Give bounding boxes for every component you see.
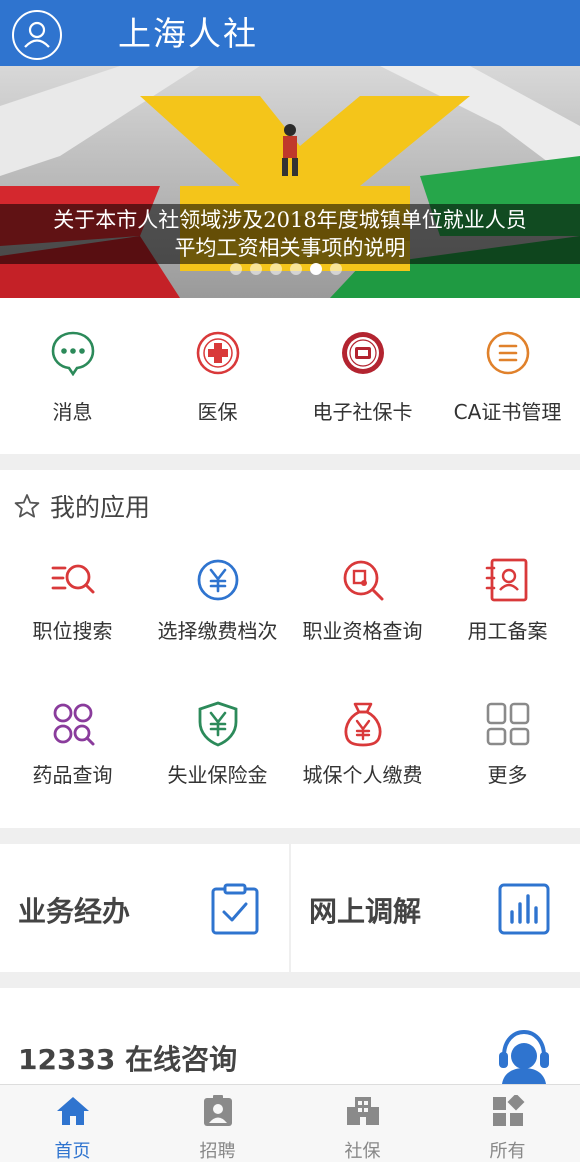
carousel-dot[interactable] xyxy=(290,263,302,275)
consult-label: 12333 在线咨询 xyxy=(18,1043,238,1076)
carousel-dot[interactable] xyxy=(310,263,322,275)
carousel-dot[interactable] xyxy=(230,263,242,275)
tab-all[interactable]: 所有 xyxy=(435,1085,580,1162)
quick-item-medical[interactable]: 医保 xyxy=(145,298,290,454)
building-icon xyxy=(346,1097,379,1125)
carousel-dot[interactable] xyxy=(270,263,282,275)
service-business-handling[interactable]: 业务经办 xyxy=(0,844,289,972)
medical-cross-icon xyxy=(196,331,239,375)
list-search-icon xyxy=(51,564,94,594)
quick-item-messages[interactable]: 消息 xyxy=(0,298,145,454)
banner-caption-line1: 关于本市人社领域涉及2018年度城镇单位就业人员 xyxy=(53,208,527,232)
my-apps-section: 我的应用 职位搜索 选择缴费档次 职业资格查询 用工备案 药品查询 失业保险金 … xyxy=(0,470,580,828)
user-icon[interactable] xyxy=(12,10,62,60)
app-label: 选择缴费档次 xyxy=(157,619,278,643)
badge-icon xyxy=(203,1095,232,1126)
my-apps-title: 我的应用 xyxy=(50,493,151,522)
yuan-circle-icon xyxy=(197,559,238,601)
tab-recruitment[interactable]: 招聘 xyxy=(145,1085,290,1162)
quick-item-label: 消息 xyxy=(52,400,93,424)
banner-caption-line2: 平均工资相关事项的说明 xyxy=(174,236,406,260)
service-online-mediation[interactable]: 网上调解 xyxy=(291,844,580,972)
tab-label: 社保 xyxy=(344,1141,381,1162)
tab-label: 首页 xyxy=(54,1141,91,1162)
clipboard-check-icon xyxy=(211,883,259,935)
bottom-tab-bar: 首页 招聘 社保 所有 xyxy=(0,1084,580,1162)
app-label: 药品查询 xyxy=(32,763,113,787)
quick-item-social-card[interactable]: 电子社保卡 xyxy=(290,298,435,454)
grid-icon xyxy=(486,702,529,746)
certificate-search-icon xyxy=(343,560,383,601)
money-bag-icon xyxy=(344,702,381,747)
quick-item-label: 医保 xyxy=(197,400,238,424)
banner-caption: 关于本市人社领域涉及2018年度城镇单位就业人员 平均工资相关事项的说明 xyxy=(0,206,580,262)
carousel-dots[interactable] xyxy=(230,263,342,275)
tab-social-security[interactable]: 社保 xyxy=(290,1085,435,1162)
my-apps-header: 我的应用 xyxy=(14,488,150,524)
app-label: 职位搜索 xyxy=(32,619,113,643)
chat-bubble-icon xyxy=(51,331,94,376)
tab-label: 招聘 xyxy=(199,1141,236,1162)
app-label: 失业保险金 xyxy=(167,763,268,787)
app-label: 城保个人缴费 xyxy=(302,763,423,787)
pills-search-icon xyxy=(53,703,94,746)
quick-item-label: 电子社保卡 xyxy=(312,400,413,424)
yuan-shield-icon xyxy=(198,701,237,747)
apps-icon xyxy=(492,1095,524,1126)
service-label: 网上调解 xyxy=(309,895,422,928)
service-label: 业务经办 xyxy=(18,895,131,928)
quick-item-ca-cert[interactable]: CA证书管理 xyxy=(435,298,580,454)
quick-item-label: CA证书管理 xyxy=(453,400,562,424)
social-security-seal-icon xyxy=(341,332,384,374)
tab-label: 所有 xyxy=(489,1141,526,1162)
app-title: 上海人社 xyxy=(118,14,258,53)
carousel-dot[interactable] xyxy=(330,263,342,275)
app-label: 用工备案 xyxy=(467,619,548,643)
tab-home[interactable]: 首页 xyxy=(0,1085,145,1162)
headset-agent-icon xyxy=(499,1029,549,1084)
app-label: 更多 xyxy=(487,763,528,787)
bar-chart-icon xyxy=(498,883,550,935)
app-label: 职业资格查询 xyxy=(302,619,423,643)
quick-actions: 消息 医保 电子社保卡 CA证书管理 xyxy=(0,298,580,454)
online-consult[interactable]: 12333 在线咨询 xyxy=(0,988,580,1084)
carousel-dot[interactable] xyxy=(250,263,262,275)
home-icon xyxy=(56,1097,89,1125)
list-icon xyxy=(486,331,529,375)
news-banner[interactable]: 关于本市人社领域涉及2018年度城镇单位就业人员 平均工资相关事项的说明 xyxy=(0,66,580,298)
app-header: 上海人社 xyxy=(0,0,580,66)
star-icon xyxy=(14,494,40,518)
id-card-icon xyxy=(485,558,527,602)
